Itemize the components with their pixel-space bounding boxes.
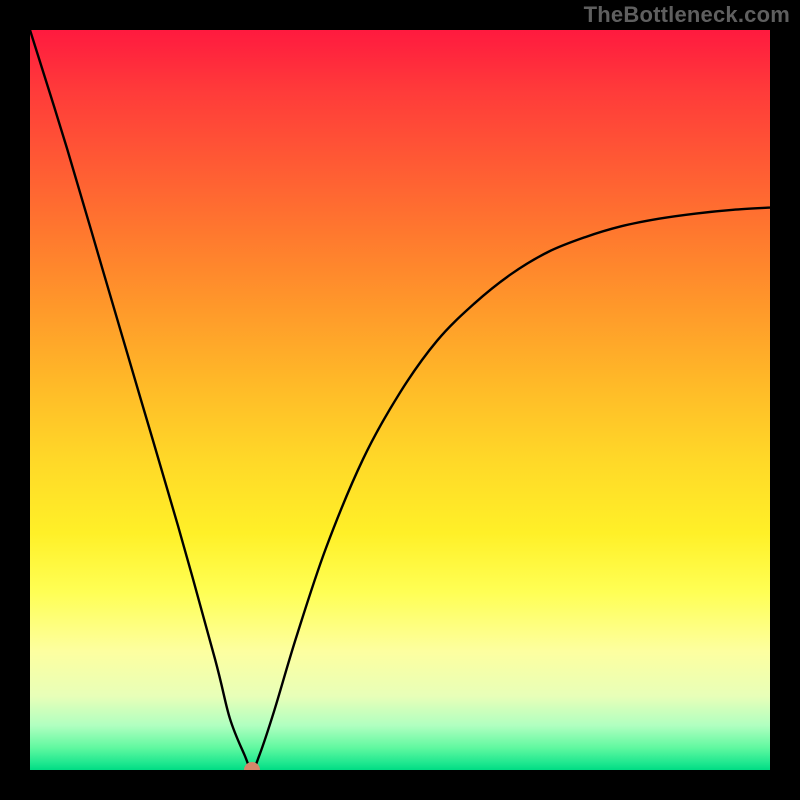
plot-area bbox=[30, 30, 770, 770]
chart-frame: TheBottleneck.com bbox=[0, 0, 800, 800]
watermark-text: TheBottleneck.com bbox=[584, 2, 790, 28]
bottleneck-curve-path bbox=[30, 30, 770, 770]
bottleneck-curve bbox=[30, 30, 770, 770]
